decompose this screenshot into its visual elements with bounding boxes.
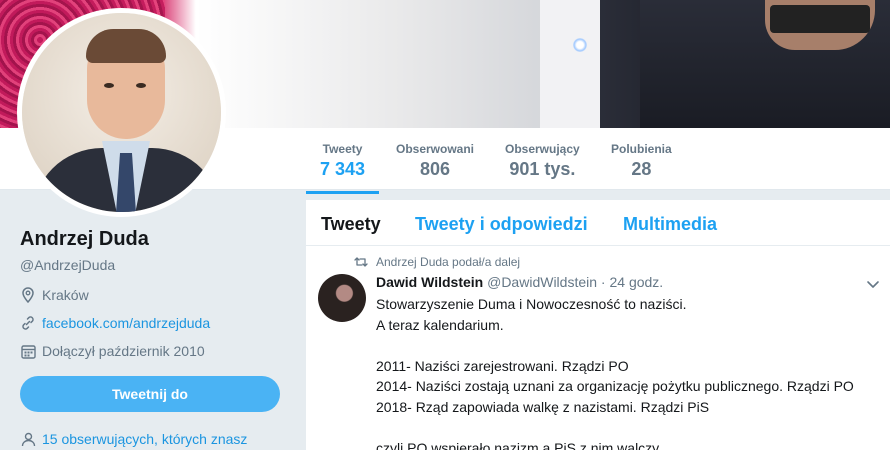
- link-icon: [20, 315, 36, 331]
- stat-tweets[interactable]: Tweety 7 343: [305, 142, 380, 194]
- stat-following[interactable]: Obserwowani 806: [396, 142, 474, 180]
- profile-avatar[interactable]: [17, 8, 226, 217]
- tweet-author-avatar[interactable]: [318, 274, 366, 322]
- stat-value: 806: [419, 159, 451, 179]
- tweet-author-name[interactable]: Dawid Wildstein: [376, 274, 483, 290]
- stat-value: 28: [631, 159, 652, 179]
- retweet-icon: [354, 256, 368, 268]
- tweet-line: [376, 417, 876, 438]
- tweet-line: A teraz kalendarium.: [376, 316, 504, 333]
- tweet-line: 2014- Naziści zostają uznani za organiza…: [376, 378, 854, 394]
- tweet-line: 2011- Naziści zarejestrowani. Rządzi PO: [376, 357, 629, 374]
- chevron-down-icon[interactable]: [866, 277, 880, 288]
- tweet-author-handle[interactable]: @DawidWildstein: [487, 274, 597, 290]
- stat-value: 901 tys.: [509, 159, 576, 179]
- tweet-line: czyli PO wspierało nazizm a PiS z nim wa…: [376, 439, 660, 450]
- tweet-line: 2018- Rząd zapowiada walkę z nazistami. …: [376, 398, 710, 415]
- stat-likes[interactable]: Polubienia 28: [611, 142, 672, 180]
- joined-text: Dołączył październik 2010: [42, 343, 205, 359]
- tab-media[interactable]: Multimedia: [623, 214, 717, 235]
- timeline: Tweety Tweety i odpowiedzi Multimedia An…: [306, 200, 890, 450]
- profile-name[interactable]: Andrzej Duda: [20, 228, 290, 251]
- followers-you-know-link[interactable]: 15 obserwujących, których znasz: [42, 431, 247, 447]
- tweet-line: Stowarzyszenie Duma i Nowoczesność to na…: [376, 296, 687, 312]
- stat-label: Obserwujący: [505, 142, 580, 156]
- tab-tweets-replies[interactable]: Tweety i odpowiedzi: [415, 214, 588, 235]
- timeline-tabs: Tweety Tweety i odpowiedzi Multimedia: [306, 200, 890, 246]
- location-text: Kraków: [42, 287, 89, 303]
- stat-label: Tweety: [322, 142, 363, 156]
- profile-card: Andrzej Duda @AndrzejDuda: [20, 228, 290, 273]
- tweet-header: Dawid Wildstein @DawidWildstein · 24 god…: [376, 274, 663, 290]
- profile-location: Kraków: [20, 287, 89, 303]
- tweet[interactable]: Andrzej Duda podał/a dalej Dawid Wildste…: [306, 247, 890, 450]
- retweet-note: Andrzej Duda podał/a dalej: [376, 255, 521, 269]
- profile-website: facebook.com/andrzejduda: [20, 315, 210, 331]
- profile-handle[interactable]: @AndrzejDuda: [20, 257, 290, 273]
- tweet-separator: ·: [600, 274, 606, 290]
- followers-you-know: 15 obserwujących, których znasz: [20, 431, 247, 447]
- tweet-line: [376, 335, 876, 356]
- tweet-text: Stowarzyszenie Duma i Nowoczesność to na…: [376, 294, 876, 450]
- location-pin-icon: [20, 287, 36, 303]
- calendar-icon: [20, 343, 36, 359]
- stat-value: 7 343: [320, 159, 366, 179]
- website-link[interactable]: facebook.com/andrzejduda: [42, 315, 210, 331]
- tweet-to-button[interactable]: Tweetnij do: [20, 376, 280, 412]
- tab-tweets[interactable]: Tweety: [321, 214, 381, 235]
- stat-followers[interactable]: Obserwujący 901 tys.: [505, 142, 580, 180]
- profile-joined: Dołączył październik 2010: [20, 343, 205, 359]
- tweet-time[interactable]: 24 godz.: [609, 274, 663, 290]
- stat-label: Polubienia: [611, 142, 672, 156]
- retweet-context: Andrzej Duda podał/a dalej: [354, 255, 520, 269]
- person-icon: [20, 431, 36, 447]
- stat-label: Obserwowani: [396, 142, 475, 156]
